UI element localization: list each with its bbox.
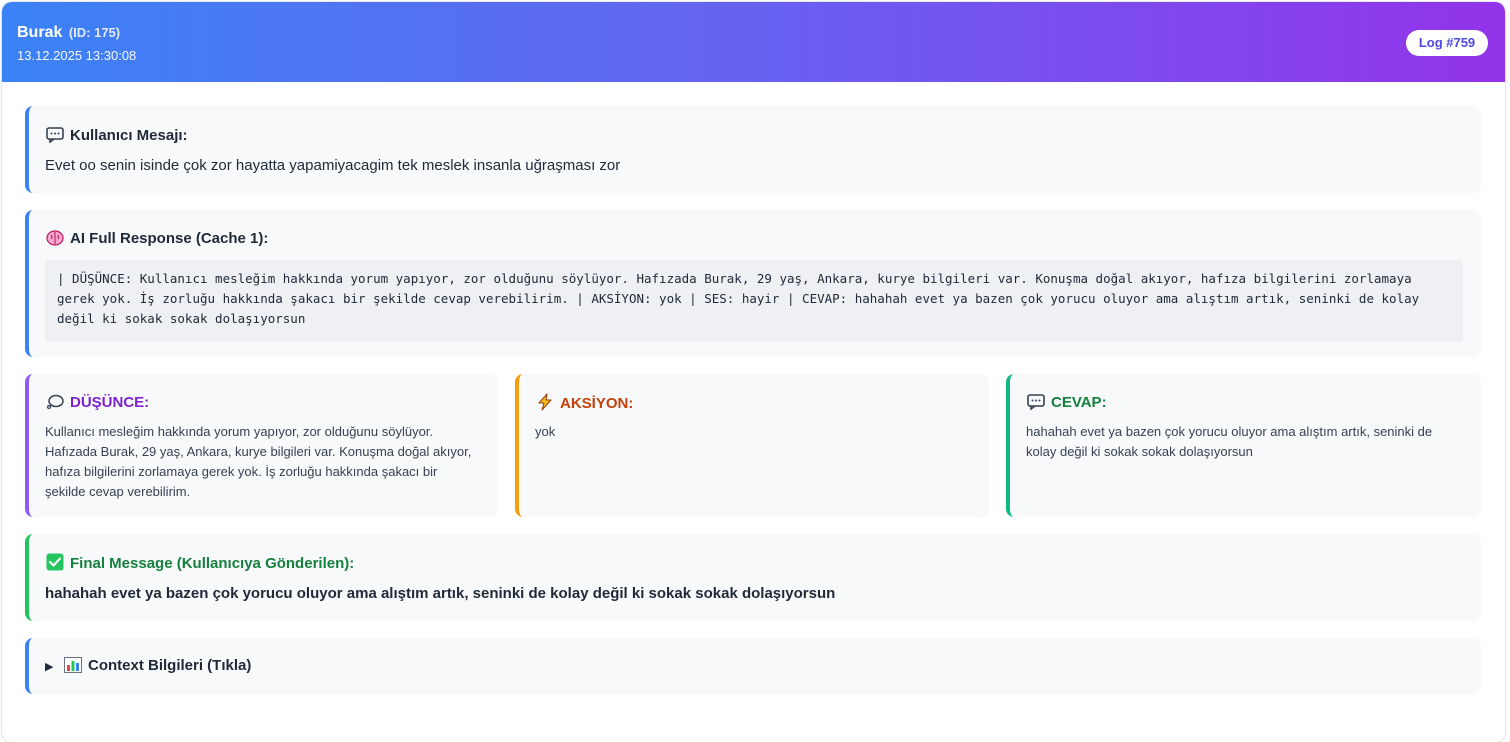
thought-bubble-icon (45, 393, 65, 413)
log-timestamp: 13.12.2025 13:30:08 (17, 48, 137, 63)
reply-box: CEVAP: hahahah evet ya bazen çok yorucu … (1006, 374, 1481, 517)
final-message-box: Final Message (Kullanıcıya Gönderilen): … (25, 534, 1481, 621)
log-card: Burak (ID: 175) 13.12.2025 13:30:08 Log … (2, 2, 1505, 742)
bar-chart-icon (63, 656, 83, 676)
speech-bubble-icon (45, 126, 65, 146)
user-message-text: Evet oo senin isinde çok zor hayatta yap… (45, 157, 621, 174)
reply-text: hahahah evet ya bazen çok yorucu oluyor … (1026, 424, 1433, 459)
action-box: AKSİYON: yok (515, 374, 989, 517)
lightning-icon (535, 393, 555, 414)
chevron-right-icon[interactable]: ▶ (45, 657, 57, 677)
log-badge: Log #759 (1406, 30, 1488, 56)
check-mark-icon (45, 553, 65, 574)
user-message-title-row: Kullanıcı Mesajı: (45, 126, 188, 146)
speech-bubble-icon (1026, 393, 1046, 413)
ai-response-title-row: AI Full Response (Cache 1): (45, 229, 268, 249)
ai-response-text: | DÜŞÜNCE: Kullanıcı mesleğim hakkında y… (45, 260, 1463, 342)
action-title-row: AKSİYON: (535, 393, 633, 414)
context-title[interactable]: Context Bilgileri (Tıkla) (88, 657, 251, 674)
action-title: AKSİYON: (560, 395, 634, 412)
final-message-text: hahahah evet ya bazen çok yorucu oluyor … (45, 585, 836, 602)
log-header: Burak (ID: 175) 13.12.2025 13:30:08 Log … (2, 2, 1505, 82)
user-name-line: Burak (ID: 175) (17, 23, 120, 43)
user-message-title: Kullanıcı Mesajı: (70, 127, 188, 144)
ai-response-box: AI Full Response (Cache 1): | DÜŞÜNCE: K… (25, 210, 1481, 357)
thought-title: DÜŞÜNCE: (70, 394, 150, 411)
context-title-row[interactable]: ▶ Context Bilgileri (Tıkla) (45, 656, 251, 677)
ai-response-title: AI Full Response (Cache 1): (70, 230, 269, 247)
final-message-title-row: Final Message (Kullanıcıya Gönderilen): (45, 553, 354, 574)
thought-text: Kullanıcı mesleğim hakkında yorum yapıyo… (45, 424, 472, 499)
context-toggle[interactable]: ▶ Context Bilgileri (Tıkla) (25, 638, 1481, 694)
final-message-title: Final Message (Kullanıcıya Gönderilen): (70, 555, 355, 572)
user-id: (ID: 175) (68, 25, 121, 40)
user-name: Burak (17, 24, 63, 41)
reply-title: CEVAP: (1051, 394, 1107, 411)
thought-title-row: DÜŞÜNCE: (45, 393, 149, 413)
reply-title-row: CEVAP: (1026, 393, 1107, 413)
action-text: yok (535, 424, 556, 439)
thought-box: DÜŞÜNCE: Kullanıcı mesleğim hakkında yor… (25, 374, 498, 517)
brain-icon (45, 229, 65, 249)
user-message-box: Kullanıcı Mesajı: Evet oo senin isinde ç… (25, 106, 1481, 193)
